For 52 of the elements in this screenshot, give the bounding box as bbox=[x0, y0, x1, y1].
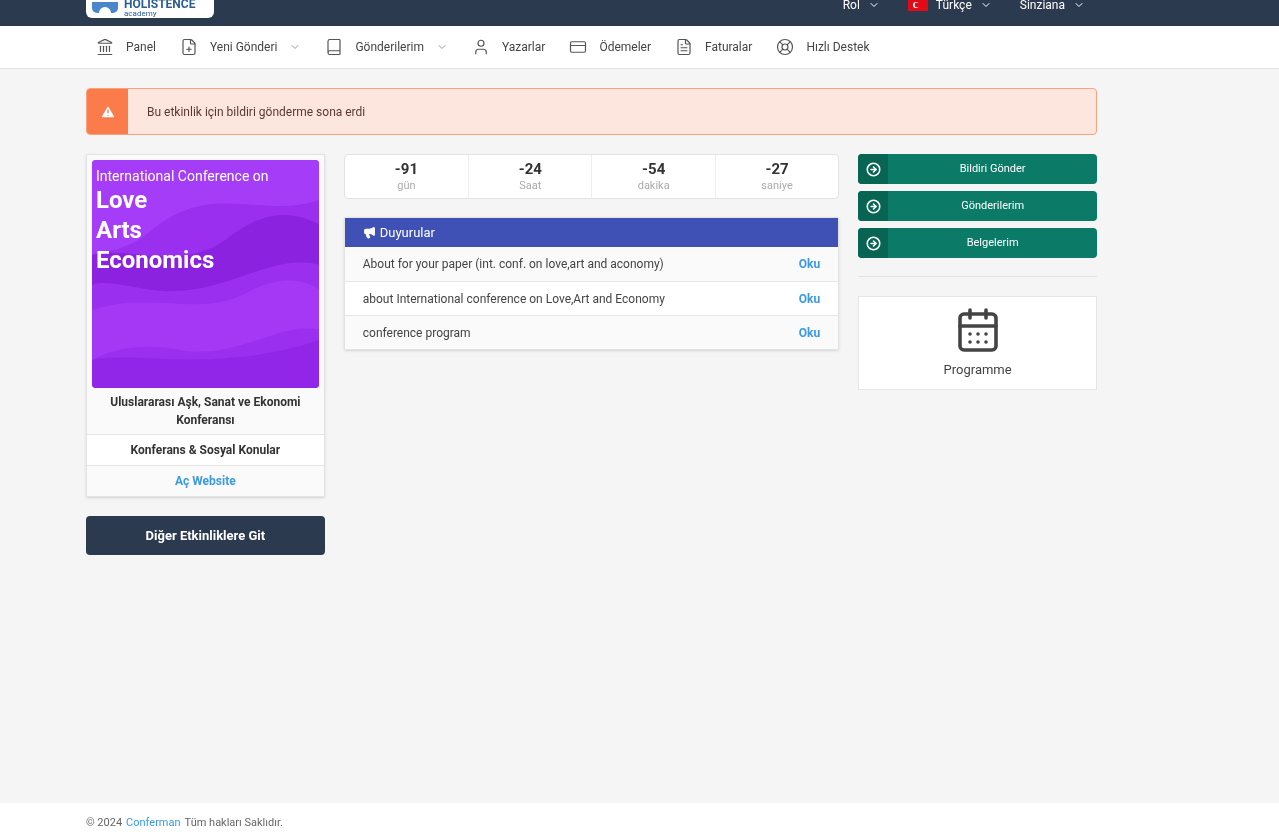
arrow-circle-icon bbox=[865, 161, 881, 177]
countdown-value: -24 bbox=[518, 159, 542, 178]
nav-item[interactable]: Panel bbox=[96, 38, 156, 56]
user-icon bbox=[472, 38, 490, 56]
countdown-unit: gün bbox=[397, 177, 416, 194]
announcement-text: about International conference on Love,Art and Economy bbox=[362, 290, 665, 308]
announcement-text: About for your paper (int. conf. on love,art and aconomy) bbox=[362, 256, 664, 273]
nav-item[interactable]: Gönderilerim bbox=[325, 38, 448, 56]
logo-name: HOLISTENCE bbox=[124, 0, 196, 9]
header-menu[interactable]: Türkçe bbox=[907, 0, 992, 14]
copyright-text: © 2024 bbox=[86, 814, 123, 831]
other-events-button[interactable]: Diğer Etkinliklere Git bbox=[86, 516, 325, 555]
announcement-text: conference program bbox=[362, 324, 471, 342]
programme-card[interactable]: Programme bbox=[858, 296, 1097, 390]
arrow-circle-icon bbox=[865, 198, 881, 214]
card-icon bbox=[569, 38, 588, 56]
action-button[interactable]: Belgelerim bbox=[858, 228, 1097, 258]
countdown-value: -27 bbox=[765, 159, 789, 178]
warning-icon bbox=[99, 103, 116, 120]
arrow-circle-icon bbox=[865, 235, 881, 251]
nav-item[interactable]: Yazarlar bbox=[472, 38, 546, 56]
event-title: Uluslararası Aşk, Sanat ve Ekonomi Konferansı bbox=[87, 388, 324, 434]
countdown-unit: dakika bbox=[637, 177, 670, 194]
countdown-value: -54 bbox=[642, 159, 666, 178]
poster-title: Love bbox=[96, 185, 149, 215]
flag-icon bbox=[907, 0, 928, 11]
header-menu[interactable]: Rol bbox=[842, 0, 880, 14]
document-icon bbox=[675, 38, 693, 56]
megaphone-icon bbox=[362, 226, 376, 239]
logo-tagline: academy bbox=[124, 9, 158, 18]
nav-item[interactable]: Ödemeler bbox=[569, 38, 651, 56]
poster-title: Economics bbox=[96, 245, 216, 275]
header-menu[interactable]: Sinziana bbox=[1019, 0, 1085, 14]
logo[interactable]: HOLISTENCE academy bbox=[86, 0, 214, 18]
logo-icon bbox=[90, 2, 120, 16]
action-button[interactable]: Gönderilerim bbox=[858, 191, 1097, 221]
nav-item[interactable]: Hızlı Destek bbox=[776, 38, 870, 56]
action-button[interactable]: Bildiri Gönder bbox=[858, 154, 1097, 184]
nav-item[interactable]: Yeni Gönderi bbox=[179, 38, 302, 56]
file-plus-icon bbox=[179, 38, 198, 56]
alert-text: Bu etkinlik için bildiri gönderme sona erdi bbox=[147, 103, 366, 121]
nav-item[interactable]: Faturalar bbox=[675, 38, 753, 56]
copyright-text: Tüm hakları Saklıdır. bbox=[184, 814, 283, 831]
poster-kicker: International Conference on bbox=[96, 167, 270, 185]
countdown-unit: saniye bbox=[761, 177, 793, 194]
countdown-unit: Saat bbox=[519, 177, 542, 194]
book-icon bbox=[325, 38, 344, 56]
poster-title: Arts bbox=[96, 215, 143, 245]
bank-icon bbox=[96, 38, 114, 56]
countdown-value: -91 bbox=[394, 159, 418, 178]
panel-title: Duyurular bbox=[379, 223, 435, 242]
lifebuoy-icon bbox=[776, 38, 795, 56]
